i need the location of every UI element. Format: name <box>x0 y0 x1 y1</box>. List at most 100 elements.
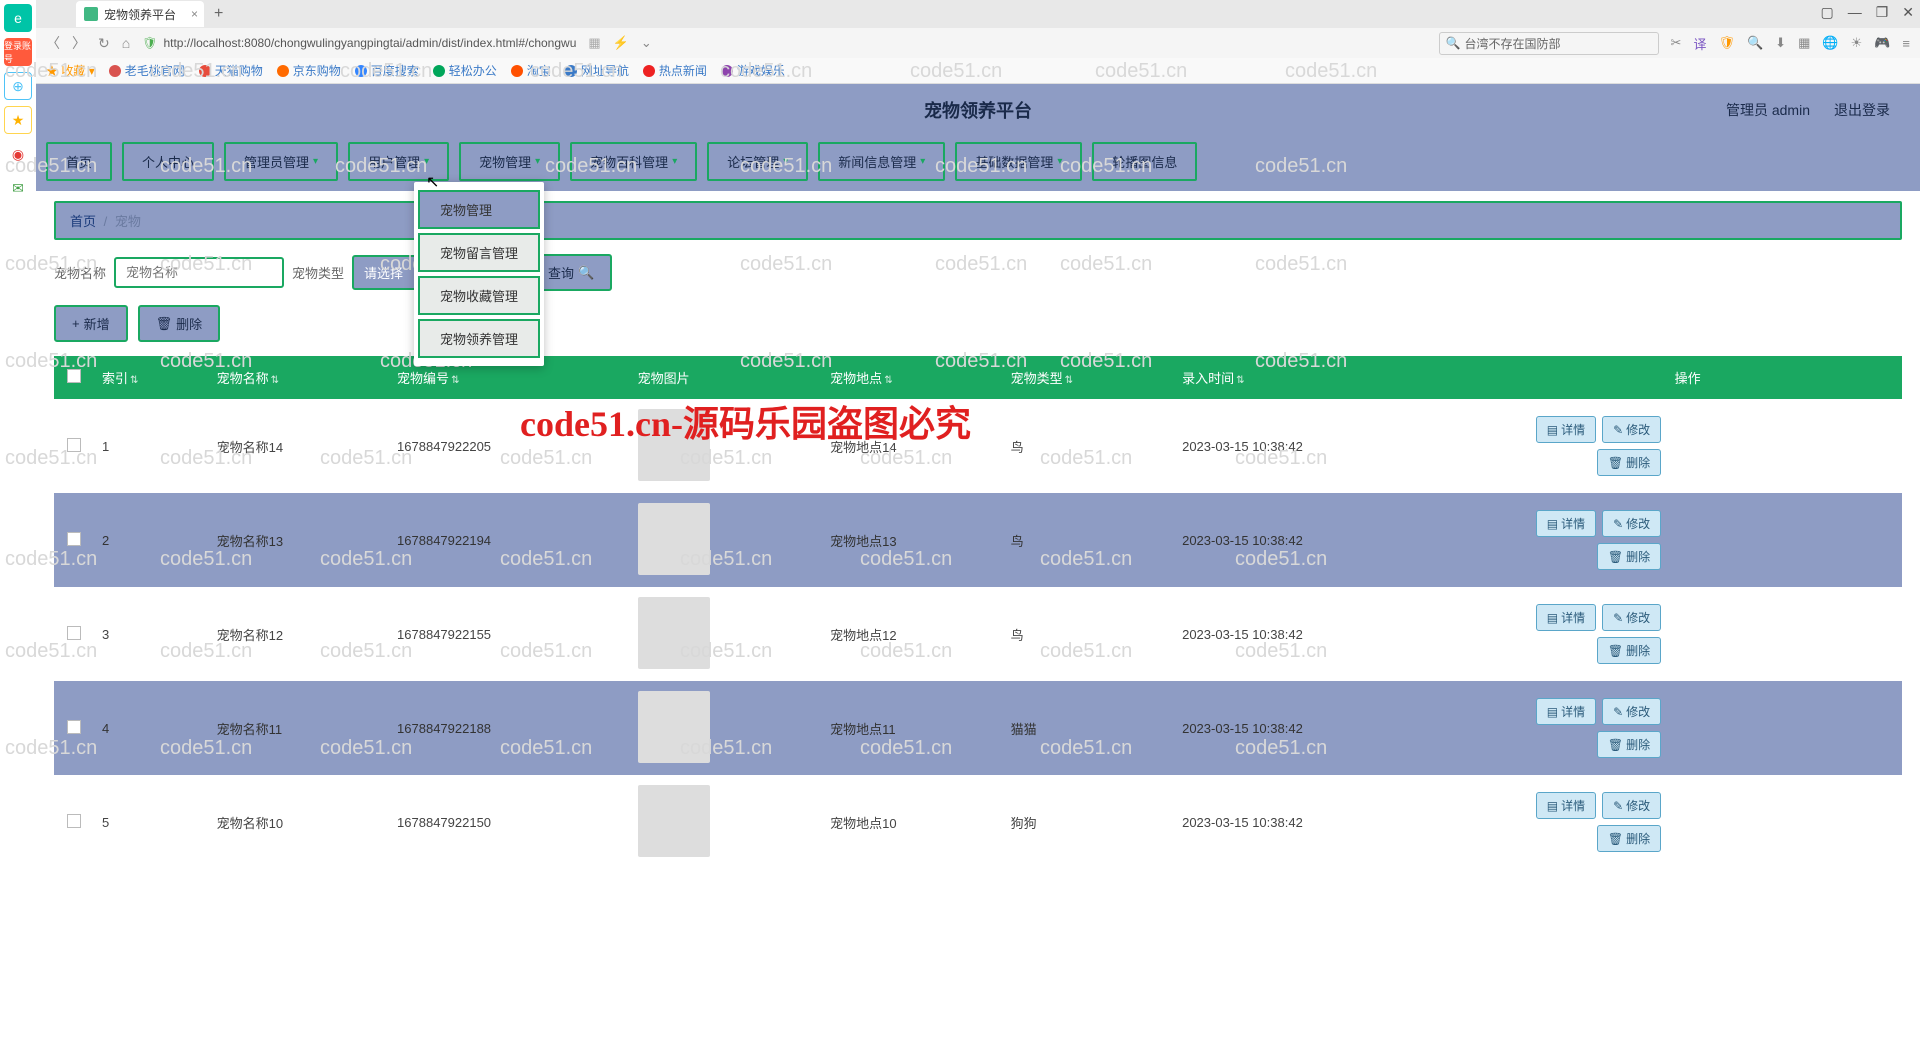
nav-item-3[interactable]: 用户管理 ▾ <box>348 142 449 181</box>
plus-icon: + <box>72 316 80 331</box>
browser-search-input[interactable]: 🔍 台湾不存在国防部 <box>1439 32 1659 55</box>
row-checkbox[interactable] <box>67 626 81 640</box>
edit-button[interactable]: ✎修改 <box>1602 792 1661 819</box>
trash-icon: 🗑 <box>1608 832 1623 846</box>
edit-button[interactable]: ✎修改 <box>1602 510 1661 537</box>
detail-button[interactable]: ▤详情 <box>1536 698 1596 725</box>
nav-item-0[interactable]: 首页 <box>46 142 112 181</box>
row-delete-button[interactable]: 🗑删除 <box>1597 825 1661 852</box>
scissors-icon[interactable]: ✂ <box>1671 35 1682 51</box>
row-delete-button[interactable]: 🗑删除 <box>1597 731 1661 758</box>
dock-login-icon[interactable]: 登录账号 <box>4 38 32 66</box>
new-tab-button[interactable]: + <box>214 5 223 23</box>
bookmark-icon[interactable]: ▢ <box>1820 4 1833 21</box>
table-header[interactable]: 宠物名称⇅ <box>209 356 389 399</box>
flash-icon[interactable]: ⚡ <box>613 35 629 51</box>
filter-name-label: 宠物名称 <box>54 263 106 282</box>
bookmark-link[interactable]: 京东购物 <box>277 62 341 79</box>
dropdown-item-3[interactable]: 宠物领养管理 <box>418 319 540 358</box>
table-header[interactable]: 宠物类型⇅ <box>1003 356 1175 399</box>
bookmark-link[interactable]: 百度搜索 <box>355 62 419 79</box>
nav-forward-icon[interactable]: 〉 <box>72 33 86 53</box>
bookmark-link[interactable]: 网址导航 <box>565 62 629 79</box>
dropdown-item-1[interactable]: 宠物留言管理 <box>418 233 540 272</box>
dropdown-item-0[interactable]: 宠物管理 <box>418 190 540 229</box>
bookmark-link[interactable]: 热点新闻 <box>643 62 707 79</box>
row-delete-button[interactable]: 🗑删除 <box>1597 449 1661 476</box>
edit-button[interactable]: ✎修改 <box>1602 604 1661 631</box>
bookmark-link[interactable]: 轻松办公 <box>433 62 497 79</box>
table-header[interactable]: 索引⇅ <box>94 356 209 399</box>
detail-button[interactable]: ▤详情 <box>1536 792 1596 819</box>
dock-mail-icon[interactable]: ✉ <box>4 174 32 202</box>
bookmark-link[interactable]: 天猫购物 <box>199 62 263 79</box>
trash-icon: 🗑 <box>1608 644 1623 658</box>
favorites-star-icon[interactable]: ★ 收藏 ▾ <box>46 62 95 79</box>
nav-item-6[interactable]: 论坛管理 ▾ <box>707 142 808 181</box>
table-header[interactable]: 操作 <box>1473 356 1902 399</box>
nav-item-1[interactable]: 个人中心 <box>122 142 214 181</box>
globe-icon[interactable]: 🌐 <box>1822 35 1838 51</box>
url-box[interactable]: 🛡 http://localhost:8080/chongwulingyangp… <box>142 36 576 50</box>
chevron-down-icon[interactable]: ⌄ <box>641 35 652 51</box>
filter-row: 宠物名称 宠物类型 请选择 ⌄ 查询 🔍 <box>54 254 1902 291</box>
detail-button[interactable]: ▤详情 <box>1536 416 1596 443</box>
nav-back-icon[interactable]: 〈 <box>46 33 60 53</box>
nav-item-5[interactable]: 宠物百科管理 ▾ <box>570 142 697 181</box>
dock-star-icon[interactable]: ★ <box>4 106 32 134</box>
minimize-icon[interactable]: — <box>1848 4 1862 21</box>
nav-reload-icon[interactable]: ↻ <box>98 35 110 52</box>
search2-icon[interactable]: 🔍 <box>1747 35 1763 51</box>
nav-item-4[interactable]: 宠物管理 ▾ <box>459 142 560 181</box>
row-checkbox[interactable] <box>67 720 81 734</box>
translate-icon[interactable]: 译 <box>1693 34 1706 53</box>
logout-button[interactable]: 退出登录 <box>1834 100 1890 120</box>
delete-button[interactable]: 🗑 删除 <box>138 305 221 342</box>
shield-icon[interactable]: 🛡 <box>1718 35 1735 51</box>
cell-place: 宠物地点11 <box>822 681 1002 775</box>
search-icon: 🔍 <box>578 265 594 281</box>
breadcrumb-sep: / <box>104 214 108 229</box>
game-icon[interactable]: 🎮 <box>1874 35 1890 51</box>
nav-home-icon[interactable]: ⌂ <box>122 35 130 51</box>
tab-close-icon[interactable]: × <box>191 7 198 21</box>
download-icon[interactable]: ⬇ <box>1775 35 1786 51</box>
table-header[interactable]: 宠物图片 <box>630 356 823 399</box>
filter-name-input[interactable] <box>114 257 284 288</box>
dock-weibo-icon[interactable]: ◉ <box>4 140 32 168</box>
select-all-checkbox[interactable] <box>67 369 81 383</box>
add-button[interactable]: + 新增 <box>54 305 128 342</box>
table-header[interactable]: 宠物地点⇅ <box>822 356 1002 399</box>
browser-tab[interactable]: 宠物领养平台 × <box>76 1 204 27</box>
bookmark-favicon-icon <box>199 65 211 77</box>
pet-image <box>638 785 710 857</box>
dock-extension1-icon[interactable]: ⊕ <box>4 72 32 100</box>
row-checkbox[interactable] <box>67 438 81 452</box>
menu-icon[interactable]: ≡ <box>1902 36 1910 51</box>
nav-item-8[interactable]: 基础数据管理 ▾ <box>955 142 1082 181</box>
bookmark-link[interactable]: 淘宝 <box>511 62 551 79</box>
edit-button[interactable]: ✎修改 <box>1602 698 1661 725</box>
row-delete-button[interactable]: 🗑删除 <box>1597 637 1661 664</box>
nav-item-9[interactable]: 轮播图信息 <box>1092 142 1197 181</box>
table-header[interactable]: 录入时间⇅ <box>1174 356 1473 399</box>
bookmark-link[interactable]: 游戏娱乐 <box>721 62 785 79</box>
detail-button[interactable]: ▤详情 <box>1536 604 1596 631</box>
row-delete-button[interactable]: 🗑删除 <box>1597 543 1661 570</box>
dropdown-item-2[interactable]: 宠物收藏管理 <box>418 276 540 315</box>
row-checkbox[interactable] <box>67 532 81 546</box>
nav-item-7[interactable]: 新闻信息管理 ▾ <box>818 142 945 181</box>
admin-label[interactable]: 管理员 admin <box>1726 100 1810 120</box>
grid-icon[interactable]: ▦ <box>1798 35 1810 51</box>
qr-icon[interactable]: ▦ <box>588 35 600 51</box>
bookmark-link[interactable]: 老毛桃官网 <box>109 62 185 79</box>
breadcrumb-home[interactable]: 首页 <box>70 214 96 229</box>
close-window-icon[interactable]: ✕ <box>1902 4 1914 21</box>
row-checkbox[interactable] <box>67 814 81 828</box>
nav-item-2[interactable]: 管理员管理 ▾ <box>224 142 338 181</box>
dock-app-icon[interactable]: e <box>4 4 32 32</box>
edit-button[interactable]: ✎修改 <box>1602 416 1661 443</box>
maximize-icon[interactable]: ❐ <box>1876 4 1889 21</box>
sun-icon[interactable]: ☀ <box>1851 35 1863 51</box>
detail-button[interactable]: ▤详情 <box>1536 510 1596 537</box>
